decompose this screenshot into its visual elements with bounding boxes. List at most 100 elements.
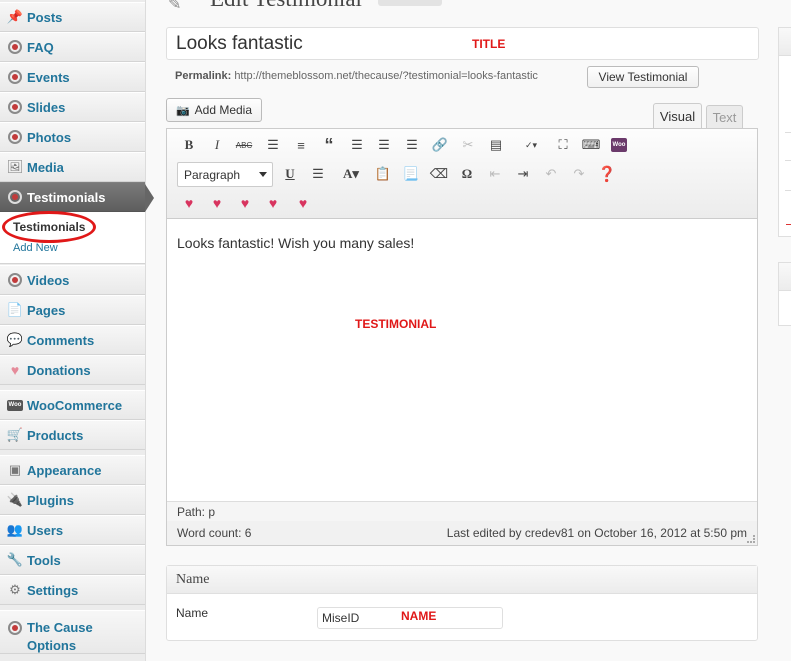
outdent-icon[interactable]: ⇤ xyxy=(485,164,505,184)
woo-shortcode-icon[interactable]: Woo xyxy=(609,135,629,155)
bullet-list-icon[interactable]: ☰ xyxy=(263,135,283,155)
editor-content[interactable]: Looks fantastic! Wish you many sales! xyxy=(177,235,414,251)
menu-appearance[interactable]: ▣ Appearance xyxy=(0,455,145,485)
tab-text[interactable]: Text xyxy=(706,105,743,129)
active-menu-arrow xyxy=(145,184,154,212)
underline-icon[interactable]: U xyxy=(280,164,300,184)
menu-media[interactable]: 🖼 Media xyxy=(0,152,145,182)
wp-plugin-icon xyxy=(7,99,23,115)
tools-icon: 🔧 xyxy=(6,552,24,567)
paste-text-icon[interactable]: 📋 xyxy=(373,164,393,184)
menu-donations[interactable]: ♥ Donations xyxy=(0,355,145,385)
media-camera-icon: 📷 xyxy=(175,104,190,117)
menu-testimonials[interactable]: Testimonials xyxy=(0,182,145,212)
italic-icon[interactable]: I xyxy=(207,135,227,155)
shortcode-heart-percent-icon[interactable]: ♥ xyxy=(263,193,283,213)
unlink-icon[interactable]: ✂ xyxy=(458,135,478,155)
menu-settings[interactable]: ⚙ Settings xyxy=(0,575,145,605)
settings-icon: ⚙ xyxy=(9,582,21,597)
menu-plugins[interactable]: 🔌 Plugins xyxy=(0,485,145,515)
permalink-row: Permalink: http://themeblossom.net/theca… xyxy=(175,70,538,82)
wp-plugin-icon xyxy=(7,272,23,288)
testimonials-submenu: Testimonials Add New xyxy=(0,212,145,264)
menu-woocommerce[interactable]: Woo WooCommerce xyxy=(0,390,145,420)
blockquote-icon[interactable]: “ xyxy=(319,135,339,155)
wp-plugin-icon xyxy=(7,69,23,85)
align-left-icon[interactable]: ☰ xyxy=(347,135,367,155)
admin-sidebar: 📌 Posts FAQ Events Slides Photos 🖼 Media… xyxy=(0,0,154,661)
format-select[interactable]: Paragraph xyxy=(177,162,273,187)
name-metabox: Name Name NAME xyxy=(166,565,758,641)
menu-events[interactable]: Events xyxy=(0,62,145,92)
shortcode-heart-arrow-icon[interactable]: ♥ xyxy=(207,193,227,213)
menu-photos[interactable]: Photos xyxy=(0,122,145,152)
menu-posts[interactable]: 📌 Posts xyxy=(0,2,145,32)
menu-slides[interactable]: Slides xyxy=(0,92,145,122)
link-icon[interactable]: 🔗 xyxy=(430,135,450,155)
media-icon: 🖼 xyxy=(6,159,24,174)
justify-icon[interactable]: ☰ xyxy=(308,164,328,184)
menu-the-cause-options[interactable]: The Cause Options xyxy=(0,610,145,654)
last-edited: Last edited by credev81 on October 16, 2… xyxy=(446,526,747,540)
plug-icon: 🔌 xyxy=(6,492,24,507)
edit-pin-icon: ✎ xyxy=(168,0,182,13)
menu-products[interactable]: 🛒 Products xyxy=(0,420,145,450)
special-char-icon[interactable]: Ω xyxy=(457,164,477,184)
add-media-button[interactable]: 📷 Add Media xyxy=(166,98,262,122)
permalink-label: Permalink: xyxy=(175,70,232,82)
undo-icon[interactable]: ↶ xyxy=(541,164,561,184)
pages-icon: 📄 xyxy=(6,302,24,317)
word-count: Word count: 6 xyxy=(177,526,252,540)
page-heading: Edit Testimonial xyxy=(210,0,362,12)
divider xyxy=(785,132,791,133)
strikethrough-icon[interactable]: ABC xyxy=(234,135,254,155)
attributes-metabox-edge xyxy=(778,262,791,326)
tab-visual[interactable]: Visual xyxy=(653,103,702,129)
align-right-icon[interactable]: ☰ xyxy=(402,135,422,155)
indent-icon[interactable]: ⇥ xyxy=(513,164,533,184)
comment-bubble-icon: 💬 xyxy=(6,332,24,347)
shortcode-heart-broken-icon[interactable]: ♥ xyxy=(235,193,255,213)
numbered-list-icon[interactable]: ≡ xyxy=(291,135,311,155)
bold-icon[interactable]: B xyxy=(179,135,199,155)
pushpin-icon: 📌 xyxy=(6,9,24,24)
chevron-down-icon xyxy=(259,172,267,177)
more-tag-icon[interactable]: ▤ xyxy=(486,135,506,155)
align-center-icon[interactable]: ☰ xyxy=(374,135,394,155)
add-new-button[interactable] xyxy=(378,0,442,6)
spellcheck-icon[interactable]: ✓▾ xyxy=(514,135,548,155)
kitchen-sink-icon[interactable]: ⌨ xyxy=(581,135,601,155)
text-color-icon[interactable]: A▾ xyxy=(335,164,367,184)
submenu-testimonials[interactable]: Testimonials xyxy=(13,220,85,234)
help-icon[interactable]: ❓ xyxy=(597,164,617,184)
resize-handle-icon[interactable] xyxy=(747,535,755,543)
woo-icon: Woo xyxy=(7,397,23,413)
menu-comments[interactable]: 💬 Comments xyxy=(0,325,145,355)
menu-videos[interactable]: Videos xyxy=(0,265,145,295)
menu-faq[interactable]: FAQ xyxy=(0,32,145,62)
shortcode-heart-user-icon[interactable]: ♥ xyxy=(293,193,313,213)
title-input[interactable] xyxy=(166,27,759,60)
editor-status-bar: Word count: 6 Last edited by credev81 on… xyxy=(167,521,757,545)
name-metabox-heading[interactable]: Name xyxy=(167,566,757,594)
menu-tools[interactable]: 🔧 Tools xyxy=(0,545,145,575)
editor-path: Path: p xyxy=(167,501,757,521)
trash-link-edge xyxy=(786,224,791,225)
fullscreen-icon[interactable]: ⛶ xyxy=(553,135,573,155)
menu-pages[interactable]: 📄 Pages xyxy=(0,295,145,325)
divider xyxy=(785,160,791,161)
divider xyxy=(785,190,791,191)
redo-icon[interactable]: ↷ xyxy=(569,164,589,184)
clear-formatting-icon[interactable]: ⌫ xyxy=(429,164,449,184)
shortcode-heart-add-icon[interactable]: ♥ xyxy=(179,193,199,213)
title-annotation: TITLE xyxy=(472,37,506,51)
submenu-add-new[interactable]: Add New xyxy=(13,242,58,254)
menu-users[interactable]: 👥 Users xyxy=(0,515,145,545)
users-icon: 👥 xyxy=(6,522,24,537)
heart-icon: ♥ xyxy=(10,362,20,378)
paste-word-icon[interactable]: 📃 xyxy=(401,164,421,184)
name-field-label: Name xyxy=(176,606,209,620)
permalink-url[interactable]: http://themeblossom.net/thecause/?testim… xyxy=(234,70,538,82)
view-testimonial-button[interactable]: View Testimonial xyxy=(587,66,699,88)
name-annotation: NAME xyxy=(401,609,437,623)
